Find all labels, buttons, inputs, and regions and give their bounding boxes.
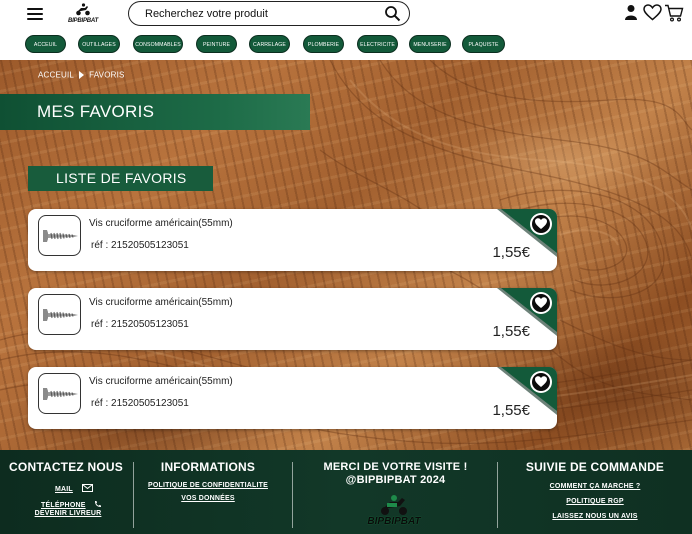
category-peinture[interactable]: PEINTURE bbox=[196, 35, 237, 53]
site-footer: CONTACTEZ NOUS MAIL TÉLÉPHONE DEVENIR LI… bbox=[0, 450, 692, 534]
mail-link[interactable]: MAIL bbox=[55, 486, 73, 493]
product-name[interactable]: Vis cruciforme américain(55mm) bbox=[89, 297, 233, 308]
list-title: LISTE DE FAVORIS bbox=[28, 166, 213, 191]
search-icon[interactable] bbox=[384, 5, 401, 22]
category-electricite[interactable]: ELECTRICITE bbox=[357, 35, 398, 53]
cart-icon[interactable] bbox=[664, 4, 684, 22]
phone-icon bbox=[95, 501, 102, 507]
category-outillages[interactable]: OUTILLAGES bbox=[78, 35, 120, 53]
footer-logo-text: BIPBIPBAT bbox=[367, 516, 421, 527]
scooter-icon bbox=[76, 3, 90, 16]
site-logo[interactable]: BIPBIPBAT bbox=[64, 2, 102, 24]
search-input[interactable] bbox=[145, 5, 375, 22]
phone-row: TÉLÉPHONE bbox=[41, 494, 102, 509]
product-thumbnail[interactable] bbox=[38, 373, 81, 414]
product-name[interactable]: Vis cruciforme américain(55mm) bbox=[89, 376, 233, 387]
footer-thanks-text: MERCI DE VOTRE VISITE ! bbox=[323, 461, 468, 473]
footer-info: INFORMATIONS POLITIQUE DE CONFIDENTIALIT… bbox=[134, 450, 282, 534]
user-icon[interactable] bbox=[624, 4, 638, 20]
product-name[interactable]: Vis cruciforme américain(55mm) bbox=[89, 218, 233, 229]
favorite-item[interactable]: Vis cruciforme américain(55mm) réf : 215… bbox=[28, 288, 557, 350]
footer-order: SUIVIE DE COMMANDE COMMENT ÇA MARCHE ? P… bbox=[498, 450, 692, 534]
footer-contact: CONTACTEZ NOUS MAIL TÉLÉPHONE DEVENIR LI… bbox=[0, 450, 132, 534]
heart-filled-icon bbox=[535, 297, 547, 308]
breadcrumb-current: FAVORIS bbox=[89, 70, 125, 80]
footer-info-title: INFORMATIONS bbox=[160, 460, 256, 474]
heart-icon[interactable] bbox=[643, 4, 662, 21]
footer-copyright: @BIPBIPBAT 2024 bbox=[345, 474, 446, 486]
screw-icon bbox=[43, 388, 78, 400]
category-acceuil[interactable]: ACCEUIL bbox=[25, 35, 66, 53]
footer-logo: BIPBIPBAT bbox=[361, 494, 427, 534]
footer-scooter-icon bbox=[381, 495, 407, 515]
logo-text: BIPBIPBAT bbox=[67, 18, 99, 24]
category-menuiserie[interactable]: MENUISERIE bbox=[409, 35, 451, 53]
footer-order-title: SUIVIE DE COMMANDE bbox=[525, 460, 665, 474]
privacy-policy-link[interactable]: POLITIQUE DE CONFIDENTIALITE bbox=[134, 482, 282, 489]
screw-icon bbox=[43, 230, 78, 242]
how-it-works-link[interactable]: COMMENT ÇA MARCHE ? bbox=[498, 483, 692, 490]
site-header: BIPBIPBAT ACCEUIL OUTILLAGES CONSOMMABLE… bbox=[0, 0, 692, 60]
product-ref: réf : 21520505123051 bbox=[91, 398, 189, 409]
product-ref: réf : 21520505123051 bbox=[91, 240, 189, 251]
category-plaquiste[interactable]: PLAQUISTE bbox=[462, 35, 505, 53]
leave-review-link[interactable]: LAISSEZ NOUS UN AVIS bbox=[498, 513, 692, 520]
footer-contact-title: CONTACTEZ NOUS bbox=[9, 460, 123, 474]
favorites-section: ACCEUIL FAVORIS MES FAVORIS LISTE DE FAVO… bbox=[0, 60, 692, 450]
mail-row: MAIL bbox=[55, 478, 94, 493]
favorite-item[interactable]: Vis cruciforme américain(55mm) réf : 215… bbox=[28, 367, 557, 429]
search-bar[interactable] bbox=[128, 1, 410, 26]
footer-thanks: MERCI DE VOTRE VISITE ! @BIPBIPBAT 2024 … bbox=[293, 450, 498, 534]
favorite-item[interactable]: Vis cruciforme américain(55mm) réf : 215… bbox=[28, 209, 557, 271]
rgp-policy-link[interactable]: POLITIQUE RGP bbox=[498, 498, 692, 505]
menu-icon[interactable] bbox=[27, 8, 43, 20]
favorite-toggle[interactable] bbox=[530, 371, 552, 393]
product-ref: réf : 21520505123051 bbox=[91, 319, 189, 330]
product-thumbnail[interactable] bbox=[38, 294, 81, 335]
screw-icon bbox=[43, 309, 78, 321]
your-data-link[interactable]: VOS DONNÉES bbox=[134, 495, 282, 502]
category-consommables[interactable]: CONSOMMABLES bbox=[133, 35, 183, 53]
favorite-toggle[interactable] bbox=[530, 213, 552, 235]
category-nav: ACCEUIL OUTILLAGES CONSOMMABLES PEINTURE… bbox=[0, 35, 692, 53]
product-price: 1,55€ bbox=[492, 244, 530, 261]
product-price: 1,55€ bbox=[492, 323, 530, 340]
heart-filled-icon bbox=[535, 218, 547, 229]
breadcrumb-home[interactable]: ACCEUIL bbox=[38, 70, 74, 79]
phone-link[interactable]: TÉLÉPHONE bbox=[41, 502, 86, 509]
favorite-toggle[interactable] bbox=[530, 292, 552, 314]
product-price: 1,55€ bbox=[492, 402, 530, 419]
category-carrelage[interactable]: CARRELAGE bbox=[249, 35, 290, 53]
product-thumbnail[interactable] bbox=[38, 215, 81, 256]
breadcrumb-separator-icon bbox=[79, 70, 85, 79]
become-driver-link[interactable]: DEVENIR LIVREUR bbox=[0, 510, 136, 517]
mail-icon bbox=[82, 484, 94, 492]
breadcrumb: ACCEUIL FAVORIS bbox=[38, 70, 125, 79]
page-title: MES FAVORIS bbox=[0, 94, 310, 130]
category-plomberie[interactable]: PLOMBERIE bbox=[303, 35, 344, 53]
heart-filled-icon bbox=[535, 376, 547, 387]
